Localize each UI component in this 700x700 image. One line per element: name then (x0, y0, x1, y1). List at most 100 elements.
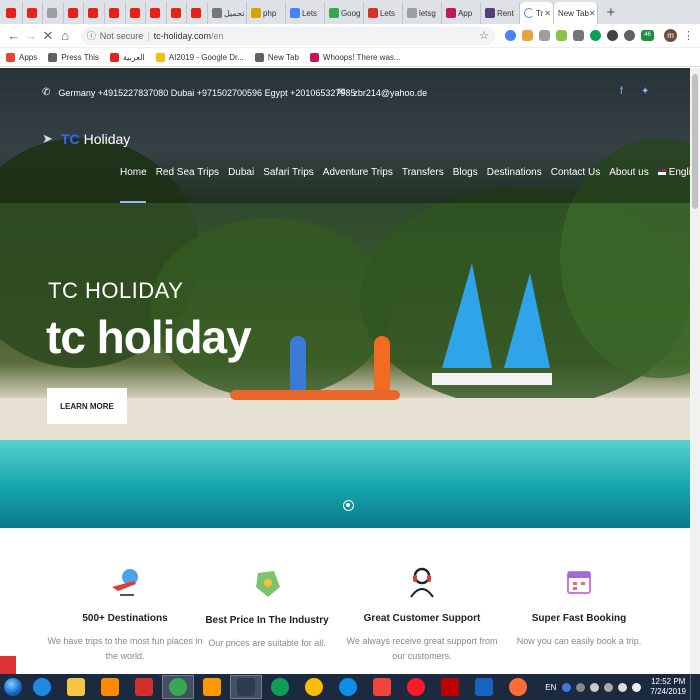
language-selector[interactable]: English (657, 167, 690, 178)
browser-tab[interactable]: Rent (481, 2, 520, 24)
email-text[interactable]: zbr214@yahoo.de (353, 88, 427, 98)
stop-loading-icon[interactable]: ✕ (40, 28, 55, 44)
browser-tab[interactable]: App (442, 2, 481, 24)
browser-tab[interactable]: تحميل (208, 2, 247, 24)
tray-icon[interactable] (590, 682, 600, 692)
bookmark-item[interactable]: Press This (48, 52, 99, 62)
desktop-gadget-icon[interactable] (0, 656, 16, 674)
browser-tab[interactable] (105, 2, 126, 24)
show-desktop-button[interactable] (690, 674, 696, 700)
tray-icon[interactable] (576, 682, 586, 692)
taskbar-app-button[interactable] (26, 675, 58, 699)
profile-avatar[interactable]: m (664, 29, 678, 42)
browser-tab-active[interactable]: Tr ✕ (519, 2, 554, 24)
extension-icon[interactable] (607, 30, 619, 41)
extension-icon[interactable] (505, 30, 517, 41)
browser-tab[interactable] (84, 2, 105, 24)
taskbar-app-button[interactable] (298, 675, 330, 699)
bookmark-item[interactable]: AI2019 - Google Dr... (155, 52, 244, 62)
back-icon[interactable]: ← (6, 28, 21, 43)
nav-item[interactable]: Red Sea Trips (156, 167, 219, 178)
new-tab-button[interactable]: + (602, 4, 620, 22)
browser-tab[interactable] (23, 2, 44, 24)
bookmark-label: العربية (122, 52, 145, 62)
bookmark-item[interactable]: العربية (109, 52, 145, 62)
facebook-icon[interactable]: f (620, 86, 623, 97)
bookmark-item[interactable]: Whoops! There was... (309, 52, 401, 62)
learn-more-button[interactable]: LEARN MORE (47, 388, 127, 424)
nav-item[interactable]: Dubai (228, 167, 254, 178)
taskbar-app-button[interactable] (94, 675, 126, 699)
browser-tab[interactable]: Lets (364, 2, 403, 24)
extension-icon[interactable] (624, 30, 636, 41)
taskbar-app-button[interactable] (502, 675, 534, 699)
site-logo[interactable]: ➤ TC Holiday (42, 131, 130, 147)
menu-kebab-icon[interactable]: ⋮ (683, 29, 694, 42)
language-indicator[interactable]: EN (545, 683, 556, 692)
browser-tab[interactable]: Lets (286, 2, 325, 24)
twitter-icon[interactable]: ✦ (641, 86, 649, 97)
nav-item[interactable]: Home (120, 167, 147, 203)
help-icon[interactable] (562, 682, 572, 692)
browser-tab[interactable] (167, 2, 188, 24)
url-path: /en (211, 30, 224, 41)
browser-tab[interactable]: Goog (325, 2, 364, 24)
slider-dot[interactable] (343, 500, 354, 511)
taskbar-app-button[interactable] (400, 675, 432, 699)
tray-icon[interactable] (604, 682, 614, 692)
taskbar-app-button[interactable] (196, 675, 228, 699)
extension-icon[interactable] (539, 30, 551, 41)
forward-icon[interactable]: → (23, 28, 38, 43)
extension-icon[interactable] (522, 30, 534, 41)
page-scrollbar[interactable] (690, 68, 700, 674)
extension-icon[interactable] (590, 30, 602, 41)
network-icon[interactable] (618, 682, 628, 692)
start-button[interactable] (0, 674, 26, 700)
browser-tab[interactable] (64, 2, 85, 24)
browser-tab[interactable]: letsg (403, 2, 442, 24)
nav-item[interactable]: Destinations (487, 167, 542, 178)
browser-tab[interactable] (43, 2, 64, 24)
hangouts-icon (271, 678, 289, 696)
nav-item[interactable]: Contact Us (551, 167, 600, 178)
taskbar-app-button[interactable] (434, 675, 466, 699)
nav-item[interactable]: About us (609, 167, 648, 178)
nav-item[interactable]: Blogs (453, 167, 478, 178)
browser-tab[interactable]: New Tab ✕ (553, 2, 598, 24)
feature-description: We have trips to the most fun places in … (47, 636, 203, 661)
browser-tab[interactable] (126, 2, 147, 24)
plane-globe-icon (108, 565, 142, 599)
close-tab-icon[interactable]: ✕ (589, 9, 596, 18)
bookmark-star-icon[interactable]: ☆ (479, 29, 489, 42)
taskbar-app-button[interactable] (60, 675, 92, 699)
taskbar-app-button[interactable] (366, 675, 398, 699)
nav-item[interactable]: Adventure Trips (323, 167, 393, 178)
taskbar-app-button[interactable] (264, 675, 296, 699)
nav-item[interactable]: Transfers (402, 167, 444, 178)
clock[interactable]: 12:52 PM 7/24/2019 (650, 677, 686, 697)
taskbar-app-button[interactable] (162, 675, 194, 699)
taskbar-app-button[interactable] (468, 675, 500, 699)
taskbar-app-button[interactable] (230, 675, 262, 699)
browser-tab[interactable] (2, 2, 23, 24)
volume-icon[interactable] (632, 682, 642, 692)
info-icon[interactable]: ⓘ (87, 29, 96, 42)
home-icon[interactable]: ⌂ (58, 28, 73, 43)
taskbar-app-button[interactable] (332, 675, 364, 699)
contact-email[interactable]: ✉ zbr214@yahoo.de (337, 87, 427, 98)
address-bar[interactable]: ⓘ Not secure | tc-holiday.com/en ☆ (80, 26, 496, 45)
bookmark-item[interactable]: Apps (6, 52, 37, 62)
extension-badge-icon[interactable]: 46 (641, 30, 655, 41)
feature-card: 500+ Destinations We have trips to the mo… (45, 565, 205, 664)
browser-tab[interactable] (146, 2, 167, 24)
taskbar-app-button[interactable] (128, 675, 160, 699)
extension-icon[interactable] (556, 30, 568, 41)
close-tab-icon[interactable]: ✕ (544, 9, 551, 18)
bookmark-item[interactable]: New Tab (254, 52, 299, 62)
browser-tab[interactable] (187, 2, 208, 24)
nav-item[interactable]: Safari Trips (263, 167, 314, 178)
extension-icon[interactable] (573, 30, 585, 41)
browser-tab[interactable]: php (247, 2, 286, 24)
scrollbar-thumb[interactable] (692, 74, 698, 209)
browser-toolbar: ← → ✕ ⌂ ⓘ Not secure | tc-holiday.com/en… (0, 24, 700, 48)
